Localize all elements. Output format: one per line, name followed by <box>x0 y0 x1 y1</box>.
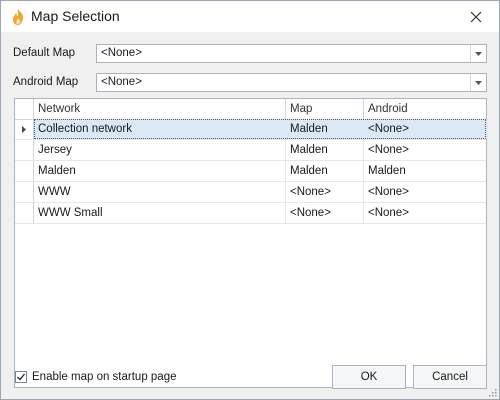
cell-network[interactable]: WWW Small <box>34 203 286 223</box>
close-button[interactable] <box>453 1 499 32</box>
cell-map[interactable]: Malden <box>286 119 364 139</box>
cell-android[interactable]: <None> <box>364 140 488 160</box>
grid-header: Network Map Android <box>15 99 486 120</box>
dialog-content: Default Map <None> Android Map <None> Ne… <box>1 32 499 399</box>
cell-network[interactable]: Malden <box>34 161 286 181</box>
android-map-dropdown[interactable]: <None> <box>96 73 487 92</box>
header-indicator-cell <box>15 99 34 119</box>
row-indicator <box>15 203 34 223</box>
table-row[interactable]: Malden Malden Malden <box>15 161 486 182</box>
row-indicator <box>15 161 34 181</box>
table-row[interactable]: WWW <None> <None> <box>15 182 486 203</box>
default-map-value: <None> <box>101 47 142 59</box>
cell-map[interactable]: Malden <box>286 161 364 181</box>
default-map-label: Default Map <box>13 47 76 59</box>
cell-map[interactable]: <None> <box>286 182 364 202</box>
cell-network[interactable]: WWW <box>34 182 286 202</box>
column-header-map[interactable]: Map <box>286 99 364 119</box>
chevron-down-icon[interactable] <box>470 74 486 91</box>
map-selection-dialog: Map Selection Default Map <None> Android… <box>0 0 500 400</box>
cell-network[interactable]: Collection network <box>34 119 286 139</box>
cell-map[interactable]: Malden <box>286 140 364 160</box>
dialog-title: Map Selection <box>31 8 120 24</box>
enable-map-checkbox[interactable] <box>15 371 27 383</box>
title-bar: Map Selection <box>1 1 499 32</box>
cell-map[interactable]: <None> <box>286 203 364 223</box>
ok-button[interactable]: OK <box>332 365 406 389</box>
cell-android[interactable]: <None> <box>364 119 488 139</box>
enable-map-label[interactable]: Enable map on startup page <box>32 371 177 383</box>
default-map-dropdown[interactable]: <None> <box>96 44 487 63</box>
table-row[interactable]: Collection network Malden <None> <box>15 119 488 140</box>
cancel-button[interactable]: Cancel <box>413 365 487 389</box>
android-map-label: Android Map <box>13 76 79 88</box>
table-row[interactable]: WWW Small <None> <None> <box>15 203 486 224</box>
flame-icon <box>12 9 24 25</box>
column-header-network[interactable]: Network <box>34 99 286 119</box>
checkmark-icon <box>17 373 26 381</box>
column-header-android[interactable]: Android <box>364 99 488 119</box>
row-indicator <box>15 140 34 160</box>
cell-android[interactable]: <None> <box>364 182 488 202</box>
close-icon <box>470 11 482 22</box>
chevron-down-icon[interactable] <box>470 45 486 62</box>
cell-android[interactable]: Malden <box>364 161 488 181</box>
resize-grip-icon[interactable] <box>487 387 497 397</box>
row-indicator <box>15 182 34 202</box>
cell-network[interactable]: Jersey <box>34 140 286 160</box>
row-indicator-icon <box>15 119 34 139</box>
android-map-value: <None> <box>101 76 142 88</box>
cell-android[interactable]: <None> <box>364 203 488 223</box>
network-map-grid: Network Map Android Collection network M… <box>14 98 488 388</box>
table-row[interactable]: Jersey Malden <None> <box>15 140 486 161</box>
enable-map-checkbox-group[interactable]: Enable map on startup page <box>15 371 177 383</box>
